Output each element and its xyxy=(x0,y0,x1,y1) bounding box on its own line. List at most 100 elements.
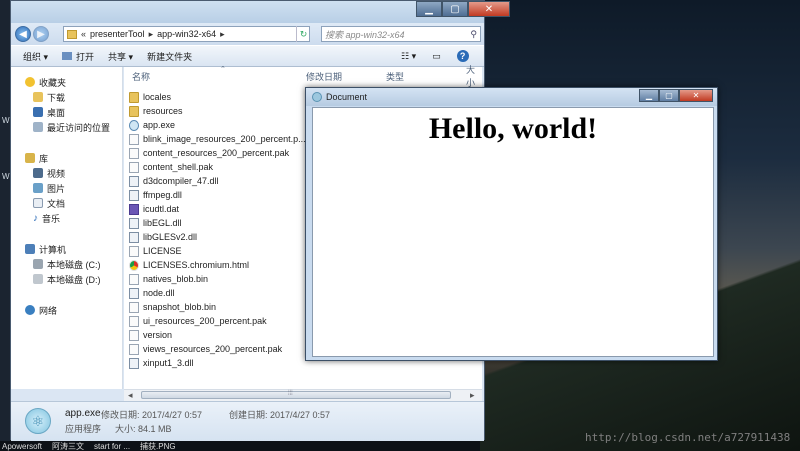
file-name: node.dll xyxy=(143,288,175,298)
library-icon xyxy=(25,153,35,163)
file-name: app.exe xyxy=(143,120,176,130)
dat-icon xyxy=(129,203,139,215)
taskbar-item[interactable]: Apowersoft xyxy=(2,442,42,451)
breadcrumb-overflow[interactable]: « xyxy=(81,29,86,39)
file-name: LICENSE xyxy=(143,246,182,256)
organize-button[interactable]: 组织 ▾ xyxy=(23,50,48,63)
sidebar-label: 文档 xyxy=(47,198,66,209)
file-name: content_shell.pak xyxy=(143,162,214,172)
close-button[interactable]: ✕ xyxy=(679,89,713,102)
maximize-button[interactable]: ▢ xyxy=(659,89,679,102)
address-field[interactable]: « presenterTool ▸ app-win32-x64 ▸ xyxy=(63,26,310,42)
sidebar-libraries[interactable]: 库 xyxy=(25,151,48,165)
sidebar-label: 本地磁盘 (C:) xyxy=(47,259,101,270)
document-titlebar[interactable]: Document ▁ ▢ ✕ xyxy=(306,88,717,106)
file-icon xyxy=(129,161,139,173)
sidebar-favorites[interactable]: 收藏夹 xyxy=(25,75,66,89)
forward-icon[interactable]: ▶ xyxy=(33,26,49,42)
sidebar-item-videos[interactable]: 视频 xyxy=(33,166,65,180)
file-name: icudtl.dat xyxy=(143,204,180,214)
open-icon xyxy=(62,52,73,60)
chrome-icon xyxy=(129,259,139,271)
taskbar-item[interactable]: 阿涛三文 xyxy=(52,441,84,451)
sidebar-network[interactable]: 网络 xyxy=(25,303,57,317)
documents-icon xyxy=(33,198,43,208)
scroll-right-icon[interactable]: ▸ xyxy=(470,390,475,401)
column-headers: 名称 ⌃ 修改日期 类型 大小 xyxy=(130,65,482,88)
drive-icon xyxy=(33,259,43,269)
desktop-icon-fragment: W xyxy=(2,116,10,125)
folder-icon xyxy=(67,29,77,39)
file-name: xinput1_3.dll xyxy=(143,358,194,368)
taskbar-strip: Apowersoft 阿涛三文 start for ... 捕获.PNG xyxy=(0,441,480,451)
sort-ascending-icon: ⌃ xyxy=(220,66,226,73)
view-controls: ☷ ▾ ▭ ? xyxy=(401,50,469,62)
file-icon xyxy=(129,245,139,257)
document-window: Document ▁ ▢ ✕ Hello, world! xyxy=(305,87,718,361)
file-name: libGLESv2.dll xyxy=(143,232,198,242)
open-button[interactable]: 打开 xyxy=(62,50,94,63)
minimize-button[interactable]: ▁ xyxy=(416,1,442,17)
sidebar-item-music[interactable]: ♪ 音乐 xyxy=(33,211,60,225)
chevron-right-icon[interactable]: ▸ xyxy=(220,29,225,40)
file-icon xyxy=(129,343,139,355)
file-name: LICENSES.chromium.html xyxy=(143,260,250,270)
file-name: content_resources_200_percent.pak xyxy=(143,148,290,158)
breadcrumb-app-win32-x64[interactable]: app-win32-x64 xyxy=(157,29,216,39)
help-icon[interactable]: ? xyxy=(456,50,469,62)
taskbar-item[interactable]: 捕获.PNG xyxy=(140,441,176,451)
scroll-left-icon[interactable]: ◂ xyxy=(128,390,133,401)
new-folder-button[interactable]: 新建文件夹 xyxy=(147,50,192,63)
sidebar-label: 库 xyxy=(39,153,49,164)
sidebar-item-drive-c[interactable]: 本地磁盘 (C:) xyxy=(33,257,101,271)
file-name: ui_resources_200_percent.pak xyxy=(143,316,267,326)
star-icon xyxy=(25,77,35,87)
taskbar-item[interactable]: start for ... xyxy=(94,442,130,451)
view-options-icon[interactable]: ☷ ▾ xyxy=(401,51,416,62)
chevron-right-icon[interactable]: ▸ xyxy=(149,29,154,40)
sidebar-item-desktop[interactable]: 桌面 xyxy=(33,105,65,119)
minimize-button[interactable]: ▁ xyxy=(639,89,659,102)
dll-icon xyxy=(129,217,139,229)
dll-icon xyxy=(129,175,139,187)
sidebar-item-pictures[interactable]: 图片 xyxy=(33,181,65,195)
sidebar-item-recent[interactable]: 最近访问的位置 xyxy=(33,120,110,134)
network-icon xyxy=(25,305,35,315)
column-size[interactable]: 大小 xyxy=(466,63,482,89)
details-pane: ⚛ app.exe 修改日期: 2017/4/27 0:57 创建日期: 201… xyxy=(11,401,484,441)
file-name: libEGL.dll xyxy=(143,218,182,228)
search-icon[interactable]: ⚲ xyxy=(470,29,477,40)
watermark-text: http://blog.csdn.net/a727911438 xyxy=(585,431,791,444)
sidebar-label: 最近访问的位置 xyxy=(47,122,111,133)
sidebar-label: 下载 xyxy=(47,92,66,103)
sidebar-label: 视频 xyxy=(47,168,66,179)
music-icon: ♪ xyxy=(33,212,38,224)
maximize-button[interactable]: ▢ xyxy=(442,1,468,17)
explorer-titlebar[interactable]: ▁ ▢ ✕ xyxy=(11,1,510,23)
sidebar-item-drive-d[interactable]: 本地磁盘 (D:) xyxy=(33,272,101,286)
pictures-icon xyxy=(33,183,43,193)
file-icon xyxy=(129,315,139,327)
column-name[interactable]: 名称 xyxy=(132,70,150,83)
drive-icon xyxy=(33,274,43,284)
column-type[interactable]: 类型 xyxy=(386,70,404,83)
video-icon xyxy=(33,168,43,178)
preview-pane-icon[interactable]: ▭ xyxy=(432,51,441,62)
dll-icon xyxy=(129,189,139,201)
share-button[interactable]: 共享 ▾ xyxy=(108,50,133,63)
refresh-icon[interactable]: ↻ xyxy=(296,26,310,42)
document-content: Hello, world! xyxy=(312,107,714,357)
desktop-icon-fragment: W xyxy=(2,172,10,181)
sidebar-item-downloads[interactable]: 下载 xyxy=(33,90,65,104)
breadcrumb-presentertool[interactable]: presenterTool xyxy=(90,29,145,39)
back-icon[interactable]: ◀ xyxy=(15,26,31,42)
search-input[interactable]: 搜索 app-win32-x64 ⚲ xyxy=(321,26,481,42)
scrollbar-thumb[interactable]: ⦙⦙⦙ xyxy=(141,390,451,399)
column-modified[interactable]: 修改日期 xyxy=(306,70,342,83)
file-name: d3dcompiler_47.dll xyxy=(143,176,219,186)
sidebar-item-documents[interactable]: 文档 xyxy=(33,196,65,210)
sidebar-label: 网络 xyxy=(39,305,58,316)
sidebar-computer[interactable]: 计算机 xyxy=(25,242,66,256)
share-label: 共享 ▾ xyxy=(108,51,134,62)
close-button[interactable]: ✕ xyxy=(468,1,510,17)
